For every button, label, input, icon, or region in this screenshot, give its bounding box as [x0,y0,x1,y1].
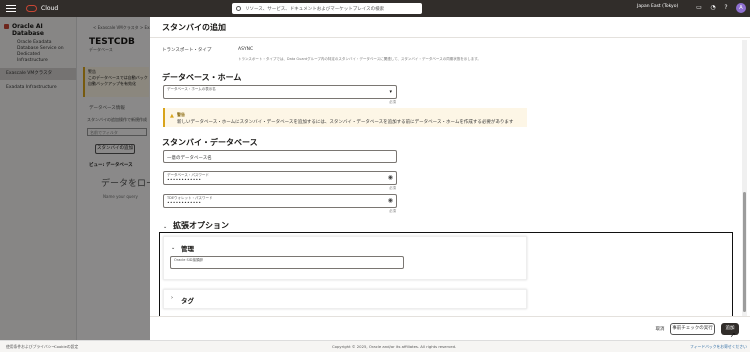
modal-overlay [0,17,150,340]
oracle-sid-prefix-field[interactable]: Oracle SID接頭辞 [170,256,404,269]
avatar[interactable]: A [736,3,746,13]
feedback-link[interactable]: フィードバックをお寄せください [690,344,747,350]
database-home-heading: データベース・ホーム [162,73,242,82]
management-heading[interactable]: 管理 [181,243,194,253]
region-selector[interactable]: Japan East (Tokyo) [637,4,678,9]
chevron-right-icon[interactable]: › [171,295,173,301]
warning-message: 新しいデータベース・ホームにスタンバイ・データベースを追加するには、スタンバイ・… [177,120,514,125]
standby-database-heading: スタンバイ・データベース [162,138,258,147]
panel-header: スタンバイの追加 [150,17,750,38]
unique-database-name-input[interactable]: 一意のデータベース名 [163,150,397,163]
brand-name: Cloud [41,5,59,12]
warning-icon: ▲ [170,113,174,119]
database-password-field[interactable]: データベース・パスワード •••••••••••• ◉ [163,171,397,185]
terms-link[interactable]: 使用条件およびプライバシー [6,344,55,350]
mouse-cursor-icon: ➚ [730,331,736,339]
search-bar[interactable]: リソース、サービス、ドキュメントおよびマーケットプレイスの検索 [232,3,422,14]
top-bar: Cloud リソース、サービス、ドキュメントおよびマーケットプレイスの検索 Ja… [0,0,750,17]
cookie-settings-link[interactable]: Cookieの設定 [54,344,78,350]
run-precheck-button[interactable]: 事前チェックの実行 [670,323,715,335]
transport-type-description: トランスポート・タイプでは、Data Guardグループ内の特定のスタンバイ・デ… [238,57,481,61]
chevron-down-icon[interactable]: ⌄ [171,245,175,251]
panel-footer: 取消 事前チェックの実行 追加 ➚ [150,316,750,340]
bottom-bar: 使用条件およびプライバシー Cookieの設定 Copyright © 2025… [0,340,750,352]
transport-type-value: ASYNC [238,47,254,52]
warning-box: ▲ 警告 新しいデータベース・ホームにスタンバイ・データベースを追加するには、ス… [163,108,527,127]
oracle-logo-icon[interactable] [26,5,37,12]
advanced-options-heading[interactable]: 拡張オプション [173,220,229,231]
cancel-button[interactable]: 取消 [650,325,670,335]
tde-wallet-password-field[interactable]: TDEウォレット・パスワード •••••••••••• ◉ [163,194,397,208]
management-card: ⌄ 管理 Oracle SID接頭辞 [163,236,527,280]
help-icon[interactable]: ? [722,4,730,12]
oracle-sid-prefix-label: Oracle SID接頭辞 [174,258,203,262]
required-hint: 必須 [389,100,396,104]
scrollbar-thumb[interactable] [743,192,746,312]
database-home-select-label: データベース・ホームの表示名 [167,87,216,91]
tags-heading[interactable]: タグ [181,295,194,305]
notification-icon[interactable]: ◔ [709,4,717,12]
show-password-icon[interactable]: ◉ [388,197,393,204]
tags-card: › タグ [163,289,527,309]
search-icon [236,6,241,11]
panel-title: スタンバイの追加 [162,23,226,32]
search-placeholder: リソース、サービス、ドキュメントおよびマーケットプレイスの検索 [245,6,385,12]
tde-wallet-password-value: •••••••••••• [167,201,202,206]
required-hint: 必須 [389,186,396,190]
code-editor-icon[interactable]: ▭ [695,4,703,12]
add-standby-panel: スタンバイの追加 トランスポート・タイプ ASYNC トランスポート・タイプでは… [150,17,750,340]
transport-type-label: トランスポート・タイプ [162,48,212,53]
show-password-icon[interactable]: ◉ [388,174,393,181]
panel-body: トランスポート・タイプ ASYNC トランスポート・タイプでは、Data Gua… [150,38,740,333]
copyright-text: Copyright © 2025, Oracle and/or its affi… [332,344,457,349]
database-password-value: •••••••••••• [167,178,202,183]
chevron-down-icon[interactable]: ⌄ [163,224,167,230]
chevron-down-icon: ▾ [389,89,392,95]
menu-icon[interactable] [6,5,16,12]
warning-title: 警告 [177,112,185,117]
database-home-select[interactable]: データベース・ホームの表示名 ▾ [163,85,397,99]
required-hint: 必須 [389,209,396,213]
